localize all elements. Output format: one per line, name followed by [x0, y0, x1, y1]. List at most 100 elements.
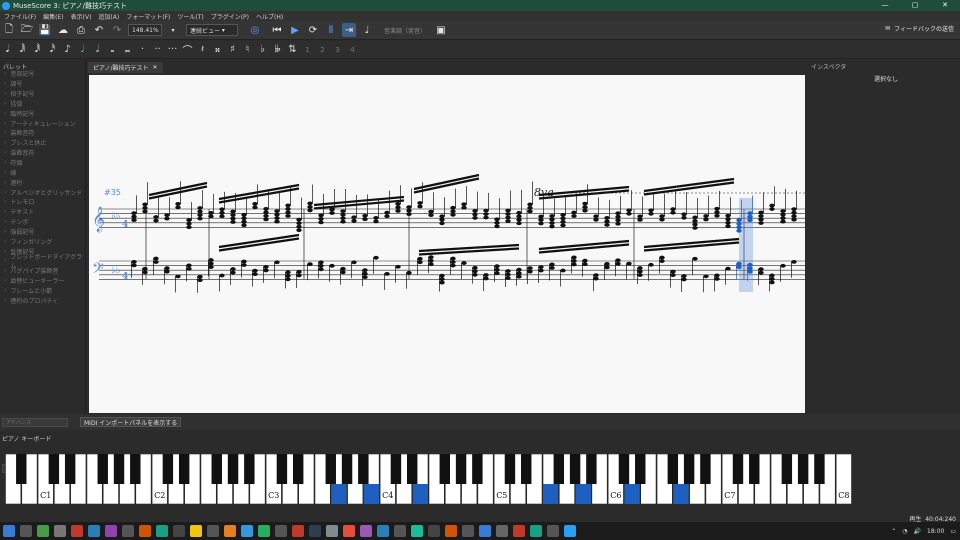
piano-black-key[interactable] [472, 454, 483, 484]
taskbar-app-icon[interactable] [359, 525, 372, 537]
taskbar-app-icon[interactable] [206, 525, 219, 537]
taskbar-app-icon[interactable] [121, 525, 134, 537]
loop-icon[interactable]: ⟳ [306, 23, 320, 37]
menu-tools[interactable]: ツール(T) [177, 12, 203, 21]
tie-icon[interactable]: ⌒ [180, 42, 195, 57]
taskbar-app-icon[interactable] [410, 525, 423, 537]
taskbar-app-icon[interactable] [189, 525, 202, 537]
taskbar-app-icon[interactable] [546, 525, 559, 537]
piano-black-key[interactable] [276, 454, 288, 484]
windows-start-icon[interactable] [2, 525, 15, 537]
view-mode-select[interactable]: 連続ビュー ▾ [186, 24, 238, 36]
taskbar-app-icon[interactable] [240, 525, 253, 537]
palette-mode-select[interactable]: アドバンス [2, 417, 68, 427]
concert-pitch-button[interactable]: 音楽調（実音） [384, 24, 426, 36]
piano-black-key[interactable] [439, 454, 451, 484]
piano-black-key[interactable] [97, 454, 108, 484]
palette-item[interactable]: 符頭 [0, 158, 85, 168]
piano-black-key[interactable] [553, 454, 565, 484]
palette-item[interactable]: アルペジオとグリッサンド [0, 187, 85, 197]
taskbar-app-icon[interactable] [223, 525, 236, 537]
piano-black-key[interactable] [178, 454, 190, 484]
close-tab-icon[interactable]: ✕ [152, 64, 157, 71]
natural-icon[interactable]: ♮ [240, 44, 255, 55]
duration-16th-icon[interactable]: 𝅘𝅥𝅰 [45, 44, 60, 55]
new-file-icon[interactable]: 🗋 [2, 23, 16, 37]
palette-item[interactable]: 装飾音符 [0, 128, 85, 138]
taskbar-app-icon[interactable] [104, 525, 117, 537]
piano-black-key[interactable] [341, 454, 353, 484]
taskbar-app-icon[interactable] [138, 525, 151, 537]
augmentation-dot-icon[interactable]: · [135, 44, 150, 55]
duration-eighth-icon[interactable]: ♪ [60, 44, 75, 55]
open-folder-icon[interactable]: 🗁 [20, 23, 34, 37]
piano-black-key[interactable] [781, 454, 793, 484]
undo-icon[interactable]: ↶ [92, 23, 106, 37]
palette-item[interactable]: 調号 [0, 79, 85, 89]
palette-item[interactable]: 連桁のプロパティ [0, 295, 85, 305]
minimize-button[interactable]: — [870, 0, 900, 11]
piano-black-key[interactable] [64, 454, 76, 484]
taskbar-app-icon[interactable] [155, 525, 168, 537]
palette-item[interactable]: フィンガリング [0, 236, 85, 246]
feedback-button[interactable]: ✉ フィードバックの送信 [885, 24, 954, 33]
piano-black-key[interactable] [618, 454, 630, 484]
voice-2-button[interactable]: 2 [315, 46, 330, 54]
network-icon[interactable]: ◔ [902, 528, 907, 535]
palette-item[interactable]: テンポ [0, 217, 85, 227]
palette-item[interactable]: 拍子記号 [0, 89, 85, 99]
taskbar-app-icon[interactable] [274, 525, 287, 537]
taskbar-app-icon[interactable] [172, 525, 185, 537]
taskbar-app-icon[interactable] [70, 525, 83, 537]
score-notation[interactable]: 𝄞𝄢♭♭♭♭44#35 8va [89, 75, 805, 413]
duration-half-icon[interactable]: 𝅗𝅥 [90, 44, 105, 55]
piano-black-key[interactable] [162, 454, 174, 484]
duration-breve-icon[interactable]: 𝅜 [120, 44, 135, 55]
piano-black-key[interactable] [406, 454, 418, 484]
palette-item[interactable]: 音部記号 [0, 69, 85, 79]
taskbar-app-icon[interactable] [53, 525, 66, 537]
duration-whole-icon[interactable]: 𝅝 [105, 44, 120, 55]
cloud-upload-icon[interactable]: ☁ [56, 23, 70, 37]
taskbar-app-icon[interactable] [427, 525, 440, 537]
redo-icon[interactable]: ↷ [110, 23, 124, 37]
piano-black-key[interactable] [814, 454, 825, 484]
taskbar-app-icon[interactable] [308, 525, 321, 537]
voice-1-button[interactable]: 1 [300, 46, 315, 54]
score-canvas[interactable]: 𝄞 𝄢 ♭♭ ♭♭ 4 4 #35 8va [89, 75, 805, 413]
tab-score[interactable]: ピアノ/難技巧テスト ✕ [88, 62, 163, 73]
piano-black-key[interactable] [797, 454, 809, 484]
taskbar-app-icon[interactable] [87, 525, 100, 537]
sharp-icon[interactable]: ♯ [225, 44, 240, 55]
palette-item[interactable]: 強弱記号 [0, 227, 85, 237]
taskbar-app-icon[interactable] [291, 525, 304, 537]
piano-black-key[interactable] [227, 454, 239, 484]
piano-black-key[interactable] [667, 454, 679, 484]
piano-black-key[interactable] [113, 454, 125, 484]
palette-item[interactable]: 装飾音符 [0, 148, 85, 158]
taskbar-app-icon[interactable] [376, 525, 389, 537]
piano-black-key[interactable] [635, 454, 646, 484]
taskbar-app-icon[interactable] [257, 525, 270, 537]
taskbar-app-icon[interactable] [393, 525, 406, 537]
taskbar-app-icon[interactable] [529, 525, 542, 537]
palette-item[interactable]: フレットボードダイアグラム [0, 254, 85, 270]
double-flat-icon[interactable]: 𝄫 [270, 44, 285, 55]
piano-keyboard[interactable]: C1 C2 C3 C4 C5 C6 C7 C8 [5, 453, 852, 505]
taskbar-app-icon[interactable] [342, 525, 355, 537]
flip-direction-icon[interactable]: ⇅ [285, 44, 300, 55]
piano-black-key[interactable] [390, 454, 402, 484]
piano-black-key[interactable] [455, 454, 467, 484]
menu-plugins[interactable]: プラグイン(P) [211, 12, 249, 21]
maximize-button[interactable]: ▢ [900, 0, 930, 11]
taskbar-app-icon[interactable] [512, 525, 525, 537]
piano-black-key[interactable] [683, 454, 695, 484]
menu-add[interactable]: 追加(A) [98, 12, 119, 21]
palette-item[interactable]: フレームと小節 [0, 286, 85, 296]
notification-icon[interactable]: ▭ [950, 528, 956, 535]
palette-item[interactable]: テキスト [0, 207, 85, 217]
piano-black-key[interactable] [292, 454, 304, 484]
taskbar-app-icon[interactable] [495, 525, 508, 537]
taskbar-app-icon[interactable] [325, 525, 338, 537]
piano-black-key[interactable] [244, 454, 255, 484]
